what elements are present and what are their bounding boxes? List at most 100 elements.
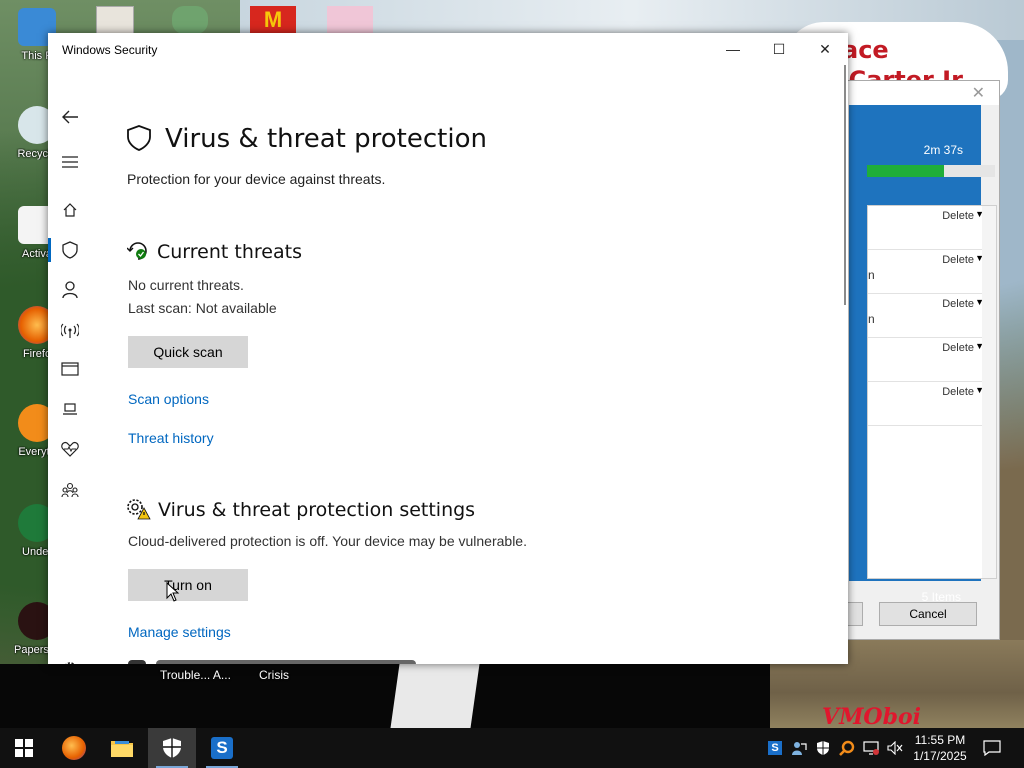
network-person-icon [792, 742, 807, 755]
desktop-icon-trouble[interactable]: Trouble... A... [160, 668, 231, 682]
person-icon [62, 281, 78, 299]
taskbar-firefox[interactable] [50, 728, 98, 768]
file-list: Delete ▼ n Delete ▼ n Delete ▼ Delete ▼ Delete… [867, 205, 997, 579]
scrollbar-thumb[interactable] [844, 65, 846, 305]
mouse-cursor-icon [166, 582, 180, 602]
list-item[interactable]: n Delete ▼ [868, 294, 996, 338]
cancel-button[interactable]: Cancel [879, 602, 977, 626]
close-button[interactable]: ✕ [802, 33, 848, 65]
last-scan-text: Last scan: Not available [128, 300, 277, 316]
delete-dropdown[interactable]: Delete [942, 254, 974, 266]
clock-date: 1/17/2025 [913, 749, 967, 763]
sidebar-item-home[interactable] [48, 195, 92, 225]
manage-settings-link[interactable]: Manage settings [128, 624, 231, 640]
delete-dropdown[interactable]: Delete [942, 386, 974, 398]
main-content: Virus & threat protection Protection for… [92, 65, 842, 664]
taskbar-file-explorer[interactable] [98, 728, 146, 768]
list-item[interactable]: Delete ▼ [868, 382, 996, 426]
progress-bar-fill [867, 165, 944, 177]
maximize-button[interactable]: ☐ [756, 33, 802, 65]
shield-icon [163, 738, 181, 758]
pony-icon[interactable] [327, 6, 373, 34]
background-dialog: ✕ 2m 37s Delete ▼ n Delete ▼ n Delete ▼ Delet… [830, 80, 1000, 640]
magnifier-icon [839, 740, 855, 756]
mcdonalds-icon[interactable]: M [250, 6, 296, 34]
quick-scan-button[interactable]: Quick scan [128, 336, 248, 368]
scrollbar[interactable] [982, 206, 996, 578]
gear-icon [65, 662, 75, 664]
delete-dropdown[interactable]: Delete [942, 298, 974, 310]
background-dialog-panel: 2m 37s Delete ▼ n Delete ▼ n Delete ▼ Delete ▼… [849, 105, 997, 604]
cheer-text-1: ace [842, 36, 889, 64]
background-dialog-titlebar: ✕ [831, 81, 999, 105]
taskbar-clock[interactable]: 11:55 PM 1/17/2025 [908, 732, 972, 764]
window-title: Windows Security [62, 43, 158, 57]
laptop-icon [63, 403, 77, 415]
sidebar-item-virus-protection[interactable] [48, 235, 92, 265]
progress-bar [867, 165, 995, 177]
back-arrow-icon [62, 110, 78, 124]
s-app-icon: S [211, 737, 233, 759]
windows-logo-icon [15, 739, 33, 757]
wallpaper-dark-area [0, 664, 770, 728]
menu-icon [62, 156, 78, 168]
volume-muted-icon [887, 741, 903, 755]
scan-options-link[interactable]: Scan options [128, 391, 209, 407]
tray-everything[interactable] [836, 728, 858, 768]
character-icon[interactable] [172, 6, 208, 34]
network-disconnected-icon [863, 741, 879, 755]
tray-network[interactable] [860, 728, 882, 768]
list-item-text: n [868, 268, 875, 282]
threat-scan-icon [127, 242, 147, 260]
sidebar-item-settings[interactable] [48, 654, 92, 664]
sidebar-item-device-security[interactable] [48, 394, 92, 424]
threat-history-link[interactable]: Threat history [128, 430, 214, 446]
watermark: VMOboi [822, 704, 921, 730]
tray-volume[interactable] [884, 728, 906, 768]
close-icon[interactable]: ✕ [972, 83, 985, 103]
sidebar-item-family-options[interactable] [48, 475, 92, 505]
list-item[interactable]: n Delete ▼ [868, 250, 996, 294]
sidebar-item-device-health[interactable] [48, 434, 92, 464]
taskbar-app-s[interactable]: S [198, 728, 246, 768]
minimize-button[interactable]: — [710, 33, 756, 65]
tray-windows-security[interactable] [812, 728, 834, 768]
sidebar-item-account-protection[interactable] [48, 275, 92, 305]
shield-icon [817, 741, 829, 755]
delete-dropdown[interactable]: Delete [942, 210, 974, 222]
content-scrollbar[interactable] [842, 65, 848, 664]
cloud-protection-warning: Cloud-delivered protection is off. Your … [128, 533, 527, 549]
tray-network-person[interactable] [788, 728, 810, 768]
time-remaining: 2m 37s [923, 143, 963, 157]
list-item[interactable]: Delete ▼ [868, 338, 996, 382]
sidebar-item-app-browser-control[interactable] [48, 354, 92, 384]
sidebar-nav [48, 65, 92, 664]
start-button[interactable] [0, 728, 48, 768]
shield-icon [127, 125, 151, 151]
page-title: Virus & threat protection [165, 124, 487, 154]
page-subtitle: Protection for your device against threa… [127, 171, 386, 187]
wireless-icon [61, 323, 79, 338]
back-button[interactable] [48, 102, 92, 132]
threat-status: No current threats. [128, 277, 244, 293]
list-item[interactable]: Delete ▼ [868, 206, 996, 250]
wallpaper-stripe [390, 664, 480, 728]
tray-s-app[interactable]: S [764, 728, 786, 768]
next-section-cutoff [128, 658, 428, 664]
action-center-button[interactable] [980, 728, 1004, 768]
taskbar: S S 11:55 PM 1/17/2025 [0, 728, 1024, 768]
taskbar-windows-security[interactable] [148, 728, 196, 768]
section-title-protection-settings: Virus & threat protection settings [158, 499, 476, 521]
desktop-icon-crisis[interactable]: Crisis [259, 668, 289, 682]
home-icon [63, 203, 77, 217]
family-icon [61, 482, 79, 498]
app-shortcut-icon[interactable] [96, 6, 134, 36]
sidebar-item-firewall[interactable] [48, 315, 92, 345]
turn-on-button[interactable]: Turn on [128, 569, 248, 601]
titlebar: Windows Security — ☐ ✕ [48, 33, 848, 65]
delete-dropdown[interactable]: Delete [942, 342, 974, 354]
hamburger-menu-button[interactable] [48, 147, 92, 177]
list-item-text: n [868, 312, 875, 326]
notification-icon [983, 740, 1001, 756]
clock-time: 11:55 PM [914, 733, 966, 747]
